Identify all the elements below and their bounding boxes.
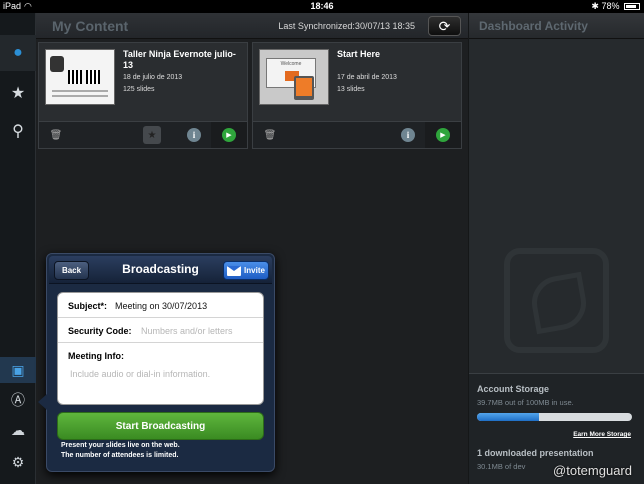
security-code-row[interactable]: Security Code: Numbers and/or letters [58, 318, 263, 343]
dashboard-header: Dashboard Activity [469, 13, 644, 39]
presentation-slide-count: 125 slides [123, 86, 155, 93]
invite-label: Invite [244, 266, 265, 275]
presentation-date: 17 de abril de 2013 [337, 74, 397, 81]
dashboard-panel: Dashboard Activity Account Storage 39.7M… [468, 13, 644, 484]
battery-percent: 78% [601, 1, 620, 11]
subject-row[interactable]: Subject*: Meeting on 30/07/2013 [58, 293, 263, 318]
broadcast-note-line1: Present your slides live on the web. [61, 442, 180, 449]
storage-progress-fill [477, 413, 539, 421]
presentation-card[interactable]: Taller Ninja Evernote julio-13 18 de jul… [38, 42, 248, 149]
storage-title: Account Storage [477, 384, 550, 394]
info-button[interactable]: i [401, 128, 415, 142]
watermark: @totemguard [553, 463, 632, 478]
presentation-card[interactable]: Welcome Start Here 17 de abril de 2013 1… [252, 42, 462, 149]
broadcast-note-line2: The number of attendees is limited. [61, 452, 179, 459]
gear-icon: ⚙ [11, 453, 25, 470]
presentation-thumbnail: Welcome [259, 49, 329, 105]
clock: 18:46 [310, 1, 334, 11]
earn-more-storage-link[interactable]: Earn More Storage [573, 431, 631, 438]
main-header: My Content Last Synchronized:30/07/13 18… [36, 13, 468, 39]
user-content-tab[interactable]: ● [0, 35, 36, 71]
security-code-label: Security Code: [68, 326, 132, 336]
security-code-field[interactable]: Numbers and/or letters [141, 326, 233, 336]
meeting-info-label: Meeting Info: [68, 351, 124, 361]
search-icon: ⚲ [12, 123, 24, 140]
meeting-info-row[interactable]: Meeting Info: Include audio or dial-in i… [58, 343, 263, 404]
user-icon: ● [13, 44, 23, 61]
delete-button[interactable]: 🗑 [47, 126, 65, 144]
thumbnail-text: Welcome [280, 61, 302, 67]
favorite-button[interactable]: ★ [143, 126, 161, 144]
antenna-icon: Ⓐ [11, 392, 25, 408]
presentation-date: 18 de julio de 2013 [123, 74, 183, 81]
last-sync-label: Last Synchronized:30/07/13 18:35 [278, 21, 415, 31]
left-rail: ● ★ ⚲ ▣ Ⓐ ☁ ⚙ [0, 13, 36, 484]
subject-field[interactable]: Meeting on 30/07/2013 [115, 301, 207, 311]
play-button[interactable]: ▶ [425, 122, 461, 148]
star-icon: ★ [10, 85, 26, 102]
refresh-icon: ⟳ [438, 17, 451, 34]
info-icon: i [192, 130, 196, 140]
trash-icon: 🗑 [263, 129, 277, 141]
info-button[interactable]: i [187, 128, 201, 142]
presentation-slide-count: 13 slides [337, 86, 365, 93]
downloaded-detail: 30.1MB of dev [477, 462, 526, 471]
subject-label: Subject*: [68, 301, 108, 311]
page-title: My Content [52, 18, 129, 34]
search-tab[interactable]: ⚲ [0, 113, 36, 149]
meeting-info-field[interactable]: Include audio or dial-in information. [70, 369, 210, 379]
card-toolbar: 🗑 ★ i ▶ [39, 121, 247, 148]
cloud-sync-button[interactable]: ☁ [0, 417, 36, 443]
trash-icon: 🗑 [49, 129, 63, 141]
sync-button[interactable]: ⟳ [428, 16, 461, 36]
delete-button[interactable]: 🗑 [261, 126, 279, 144]
broadcast-device-button[interactable]: ▣ [0, 357, 36, 383]
storage-progress-bar [477, 413, 632, 421]
battery-icon [624, 3, 640, 10]
storage-detail: 39.7MB out of 100MB in use. [477, 398, 574, 407]
info-icon: i [406, 130, 410, 140]
settings-button[interactable]: ⚙ [0, 449, 36, 475]
play-icon: ▶ [222, 128, 236, 142]
broadcast-button[interactable]: Ⓐ [0, 387, 36, 413]
play-button[interactable]: ▶ [211, 122, 247, 148]
card-toolbar: 🗑 i ▶ [253, 121, 461, 148]
broadcast-device-icon: ▣ [11, 361, 25, 378]
star-icon: ★ [147, 129, 157, 141]
envelope-icon [227, 265, 242, 276]
presentation-title: Start Here [337, 49, 381, 59]
presentation-thumbnail [45, 49, 115, 105]
play-icon: ▶ [436, 128, 450, 142]
downloaded-title: 1 downloaded presentation [477, 448, 594, 458]
cloud-icon: ☁ [11, 421, 25, 438]
app-logo-icon [504, 248, 609, 353]
status-bar: iPad ◠ 18:46 ✱ 78% [0, 0, 644, 13]
invite-button[interactable]: Invite [223, 261, 269, 280]
broadcast-popover: Back Broadcasting Invite Subject*: Meeti… [38, 253, 275, 472]
dashboard-title: Dashboard Activity [479, 19, 588, 33]
broadcast-form: Subject*: Meeting on 30/07/2013 Security… [57, 292, 264, 405]
popover-header: Back Broadcasting Invite [49, 256, 272, 284]
bluetooth-icon: ✱ [591, 1, 599, 11]
presentation-title: Taller Ninja Evernote julio-13 [123, 49, 236, 70]
battery-status: ✱ 78% [591, 1, 640, 12]
favorites-tab[interactable]: ★ [0, 75, 36, 111]
start-broadcasting-button[interactable]: Start Broadcasting [57, 412, 264, 440]
